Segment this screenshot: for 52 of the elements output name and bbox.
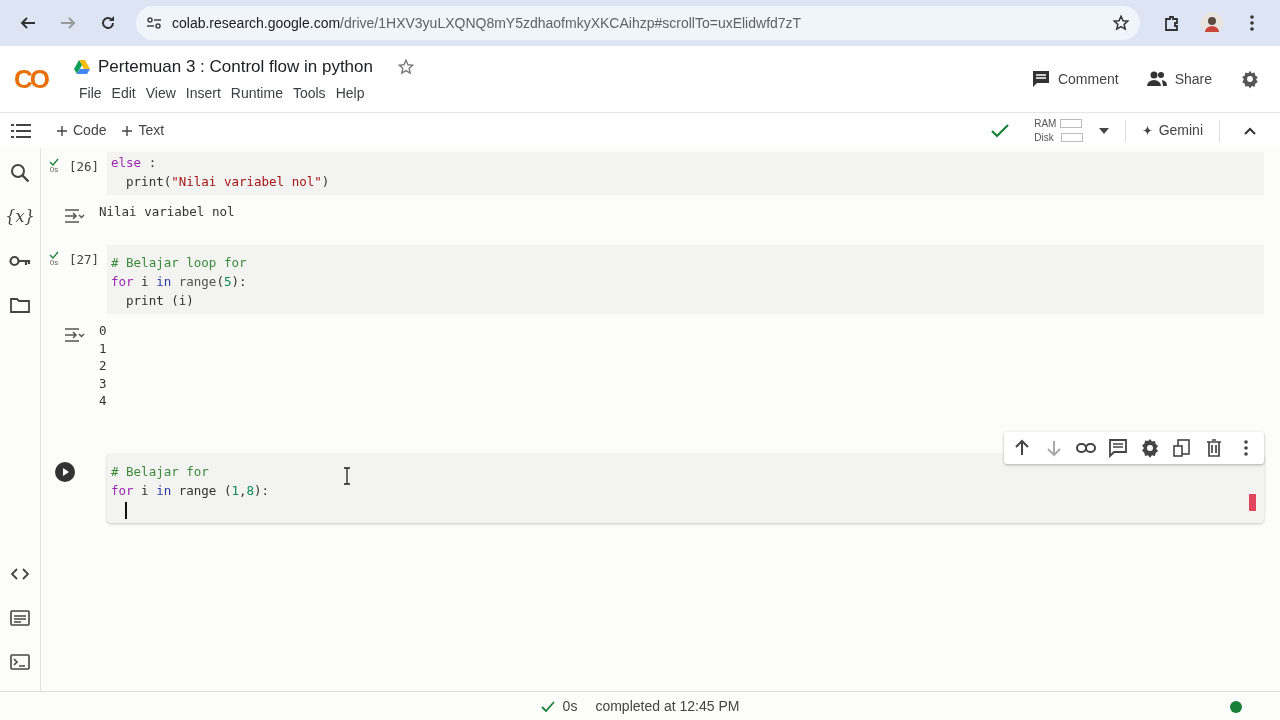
code-line: # Belajar loop for — [111, 254, 247, 272]
bookmark-star-icon[interactable] — [1112, 14, 1130, 32]
menu-item[interactable]: Help — [330, 83, 370, 105]
reload-icon — [99, 14, 117, 32]
menu-item[interactable]: Edit — [106, 83, 141, 105]
url-text: colab.research.google.com/drive/1HXV3yuLXQNQ8mY5zdhaofmkyXKCAihzp#scrollTo=uxElidwfd7zT — [172, 13, 802, 33]
menu-item[interactable]: View — [140, 83, 181, 105]
people-icon — [1146, 71, 1167, 87]
output-line: 3 — [99, 374, 107, 392]
notebook-title[interactable]: Pertemuan 3 : Control flow in python — [98, 53, 373, 80]
run-cell-button[interactable] — [55, 459, 75, 484]
code-line: print (i) — [125, 292, 194, 310]
share-button[interactable]: Share — [1140, 67, 1218, 91]
menu-item[interactable]: File — [74, 83, 107, 105]
add-code-button[interactable]: Code — [49, 120, 115, 141]
drive-icon[interactable] — [74, 59, 90, 74]
status-message: completed at 12:45 PM — [595, 697, 740, 716]
output-line: 0 — [99, 322, 107, 340]
plus-icon — [57, 125, 67, 136]
code-line: for i in range(5): — [111, 273, 247, 291]
gemini-button[interactable]: Gemini — [1133, 120, 1211, 141]
cell-run-status: 0s — [49, 158, 59, 174]
scroll-marker — [1249, 493, 1256, 511]
comment-button[interactable]: Comment — [1025, 67, 1125, 91]
comment-icon — [1031, 70, 1050, 88]
code-line: print("Nilai variabel nol") — [125, 173, 330, 191]
plus-icon — [122, 125, 133, 136]
site-settings-icon[interactable] — [146, 15, 162, 31]
output-line: 4 — [99, 392, 107, 410]
output-line: 1 — [99, 339, 107, 357]
code-editor[interactable]: else : print("Nilai variabel nol") — [107, 152, 1264, 195]
menu-item[interactable]: Runtime — [225, 83, 288, 105]
code-editor[interactable]: # Belajar for for i in range (1,8): — [107, 453, 1264, 523]
code-editor[interactable]: # Belajar loop for for i in range(5): print (i) — [107, 245, 1264, 314]
execution-count: [27] — [69, 251, 100, 269]
code-line: for i in range (1,8): — [111, 481, 270, 500]
address-bar[interactable]: colab.research.google.com/drive/1HXV3yuLXQNQ8mY5zdhaofmkyXKCAihzp#scrollTo=uxElidwfd7zT — [136, 6, 1140, 40]
output-line: 2 — [99, 357, 107, 375]
menu-item[interactable]: Tools — [287, 83, 331, 105]
add-text-button[interactable]: Text — [114, 120, 173, 141]
sparkle-icon — [1141, 125, 1153, 136]
code-line: # Belajar for — [111, 462, 209, 481]
execution-count: [26] — [69, 158, 100, 176]
text-cursor — [125, 501, 127, 519]
code-line: else : — [111, 154, 157, 172]
cell-run-status: 0s — [49, 251, 59, 267]
execution-time: 0s — [562, 697, 578, 716]
resource-meter[interactable]: RAM Disk — [1034, 116, 1083, 145]
menu-item[interactable]: Insert — [180, 83, 226, 105]
output-line: Nilai variabel nol — [99, 203, 235, 221]
star-icon[interactable] — [397, 57, 415, 76]
check-icon — [540, 700, 555, 713]
